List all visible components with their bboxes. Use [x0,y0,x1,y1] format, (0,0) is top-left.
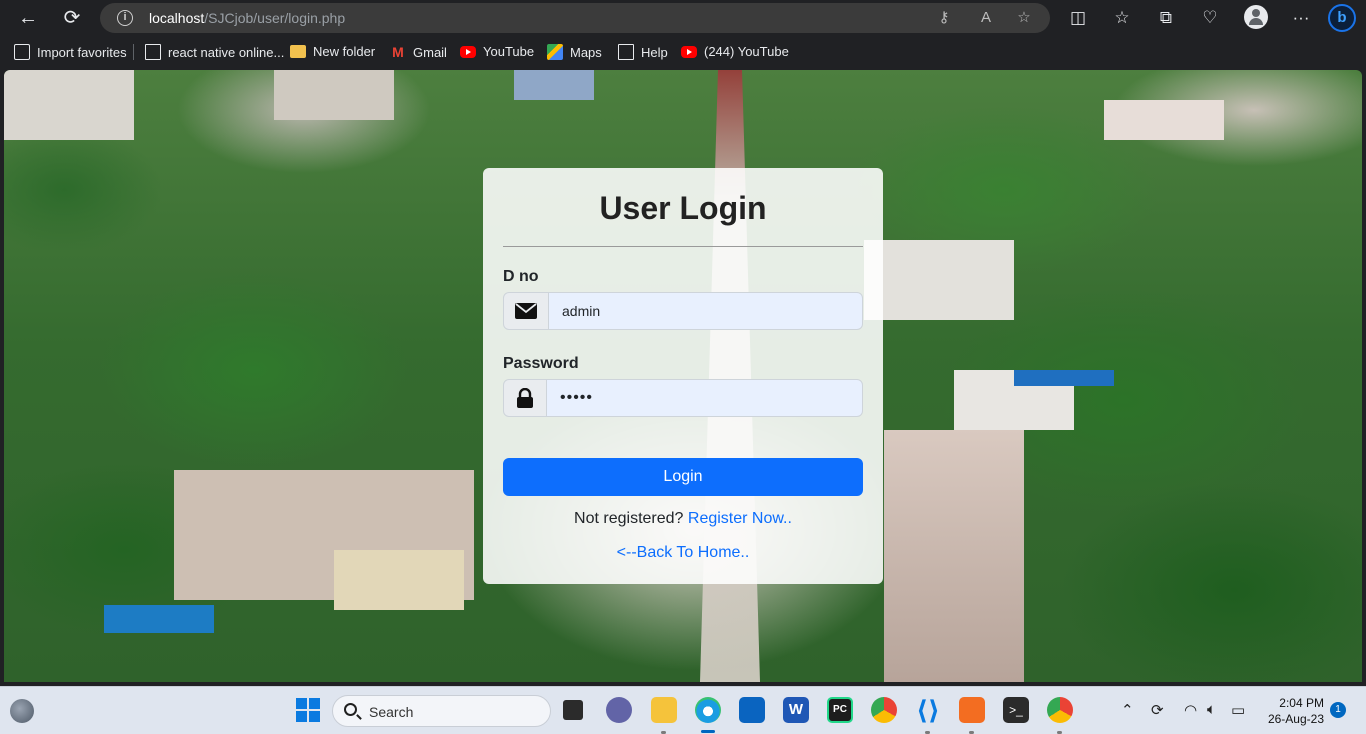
collections-icon[interactable]: ⧉ [1154,6,1178,30]
windows-taskbar: Search W PC ⟨⟩ >_ ⌃ ⟳ ◠ 🔈︎ ▭ 2:04 PM 26-… [0,686,1366,734]
login-card: User Login D no Password ••••• Login Not… [483,168,883,584]
password-input[interactable]: ••••• [547,379,863,417]
chrome-profile-icon[interactable] [1047,697,1073,723]
teams-chat-icon[interactable] [606,697,632,723]
vscode-icon[interactable]: ⟨⟩ [915,697,941,723]
divider [503,246,863,247]
task-view-icon[interactable] [563,700,583,720]
building [274,70,394,120]
building [334,550,464,610]
browser-essentials-icon[interactable]: ♡ [1198,6,1222,30]
weather-widget-icon[interactable] [10,699,34,723]
import-icon [14,44,30,60]
youtube-icon [681,45,697,58]
file-explorer-icon[interactable] [651,697,677,723]
page-icon [145,44,161,60]
favorite-import[interactable]: Import favorites [14,44,127,60]
building [514,70,594,100]
wifi-icon[interactable]: ◠ [1184,701,1197,719]
notification-badge[interactable]: 1 [1330,702,1346,718]
site-info-icon[interactable]: i [117,10,133,26]
bing-copilot-icon[interactable]: b [1328,4,1356,32]
dno-input-group [503,292,863,330]
favorites-bar: Import favorites react native online... … [0,36,1366,68]
building [1104,100,1224,140]
favorite-maps[interactable]: Maps [547,44,602,60]
building [4,70,134,140]
taskbar-search[interactable]: Search [332,695,551,727]
maps-icon [547,44,563,60]
terminal-icon[interactable]: >_ [1003,697,1029,723]
shop-sign [104,605,214,633]
register-prompt: Not registered? Register Now.. [574,510,792,527]
favorite-gmail[interactable]: M Gmail [390,44,447,60]
microsoft-store-icon[interactable] [739,697,765,723]
address-bar[interactable]: i localhost/SJCjob/user/login.php ⚷ A ☆ [100,3,1050,33]
search-icon [344,703,357,716]
page-title: User Login [599,190,767,226]
password-input-group: ••••• [503,379,863,417]
folder-icon [290,45,306,58]
building [864,240,1014,320]
building [1014,370,1114,386]
favorite-new-folder[interactable]: New folder [290,44,375,59]
profile-avatar[interactable] [1244,5,1268,29]
page-icon [618,44,634,60]
favorites-divider [133,44,134,60]
taskbar-clock[interactable]: 2:04 PM 26-Aug-23 [1262,695,1324,727]
more-menu-icon[interactable]: ··· [1289,6,1313,30]
key-icon[interactable]: ⚷ [934,9,954,27]
url-text[interactable]: localhost/SJCjob/user/login.php [149,10,345,26]
split-screen-icon[interactable]: ◫ [1066,6,1090,30]
back-to-home-link[interactable]: <--Back To Home.. [483,544,883,562]
active-indicator [701,730,715,733]
pycharm-icon[interactable]: PC [827,697,853,723]
login-button[interactable]: Login [503,458,863,496]
chrome-icon[interactable] [871,697,897,723]
gmail-icon: M [392,44,404,60]
youtube-icon [460,45,476,58]
read-aloud-icon[interactable]: A [976,9,996,27]
edge-browser-icon[interactable] [695,697,721,723]
favorite-youtube[interactable]: YouTube [460,44,534,59]
favorites-icon[interactable]: ☆ [1110,6,1134,30]
favorite-react-native[interactable]: react native online... [145,44,284,60]
dno-input[interactable] [549,292,863,330]
password-label: Password [503,355,579,372]
church-building [884,430,1024,682]
register-link[interactable]: Register Now.. [688,510,792,527]
browser-toolbar: ← ⟳ i localhost/SJCjob/user/login.php ⚷ … [0,0,1366,36]
show-hidden-icons-chevron-icon[interactable]: ⌃ [1121,701,1134,719]
favorite-star-icon[interactable]: ☆ [1014,9,1034,27]
sync-icon[interactable]: ⟳ [1151,701,1164,719]
favorite-youtube-244[interactable]: (244) YouTube [681,44,789,59]
lock-icon [503,379,547,417]
favorite-help[interactable]: Help [618,44,668,60]
battery-icon[interactable]: ▭ [1231,701,1245,719]
xampp-icon[interactable] [959,697,985,723]
dno-label: D no [503,268,539,285]
word-icon[interactable]: W [783,697,809,723]
envelope-icon [503,292,549,330]
back-arrow-icon[interactable]: ← [14,4,42,32]
windows-start-icon[interactable] [295,697,321,723]
refresh-icon[interactable]: ⟳ [58,4,86,32]
volume-muted-icon[interactable]: 🔈︎ [1207,701,1216,718]
